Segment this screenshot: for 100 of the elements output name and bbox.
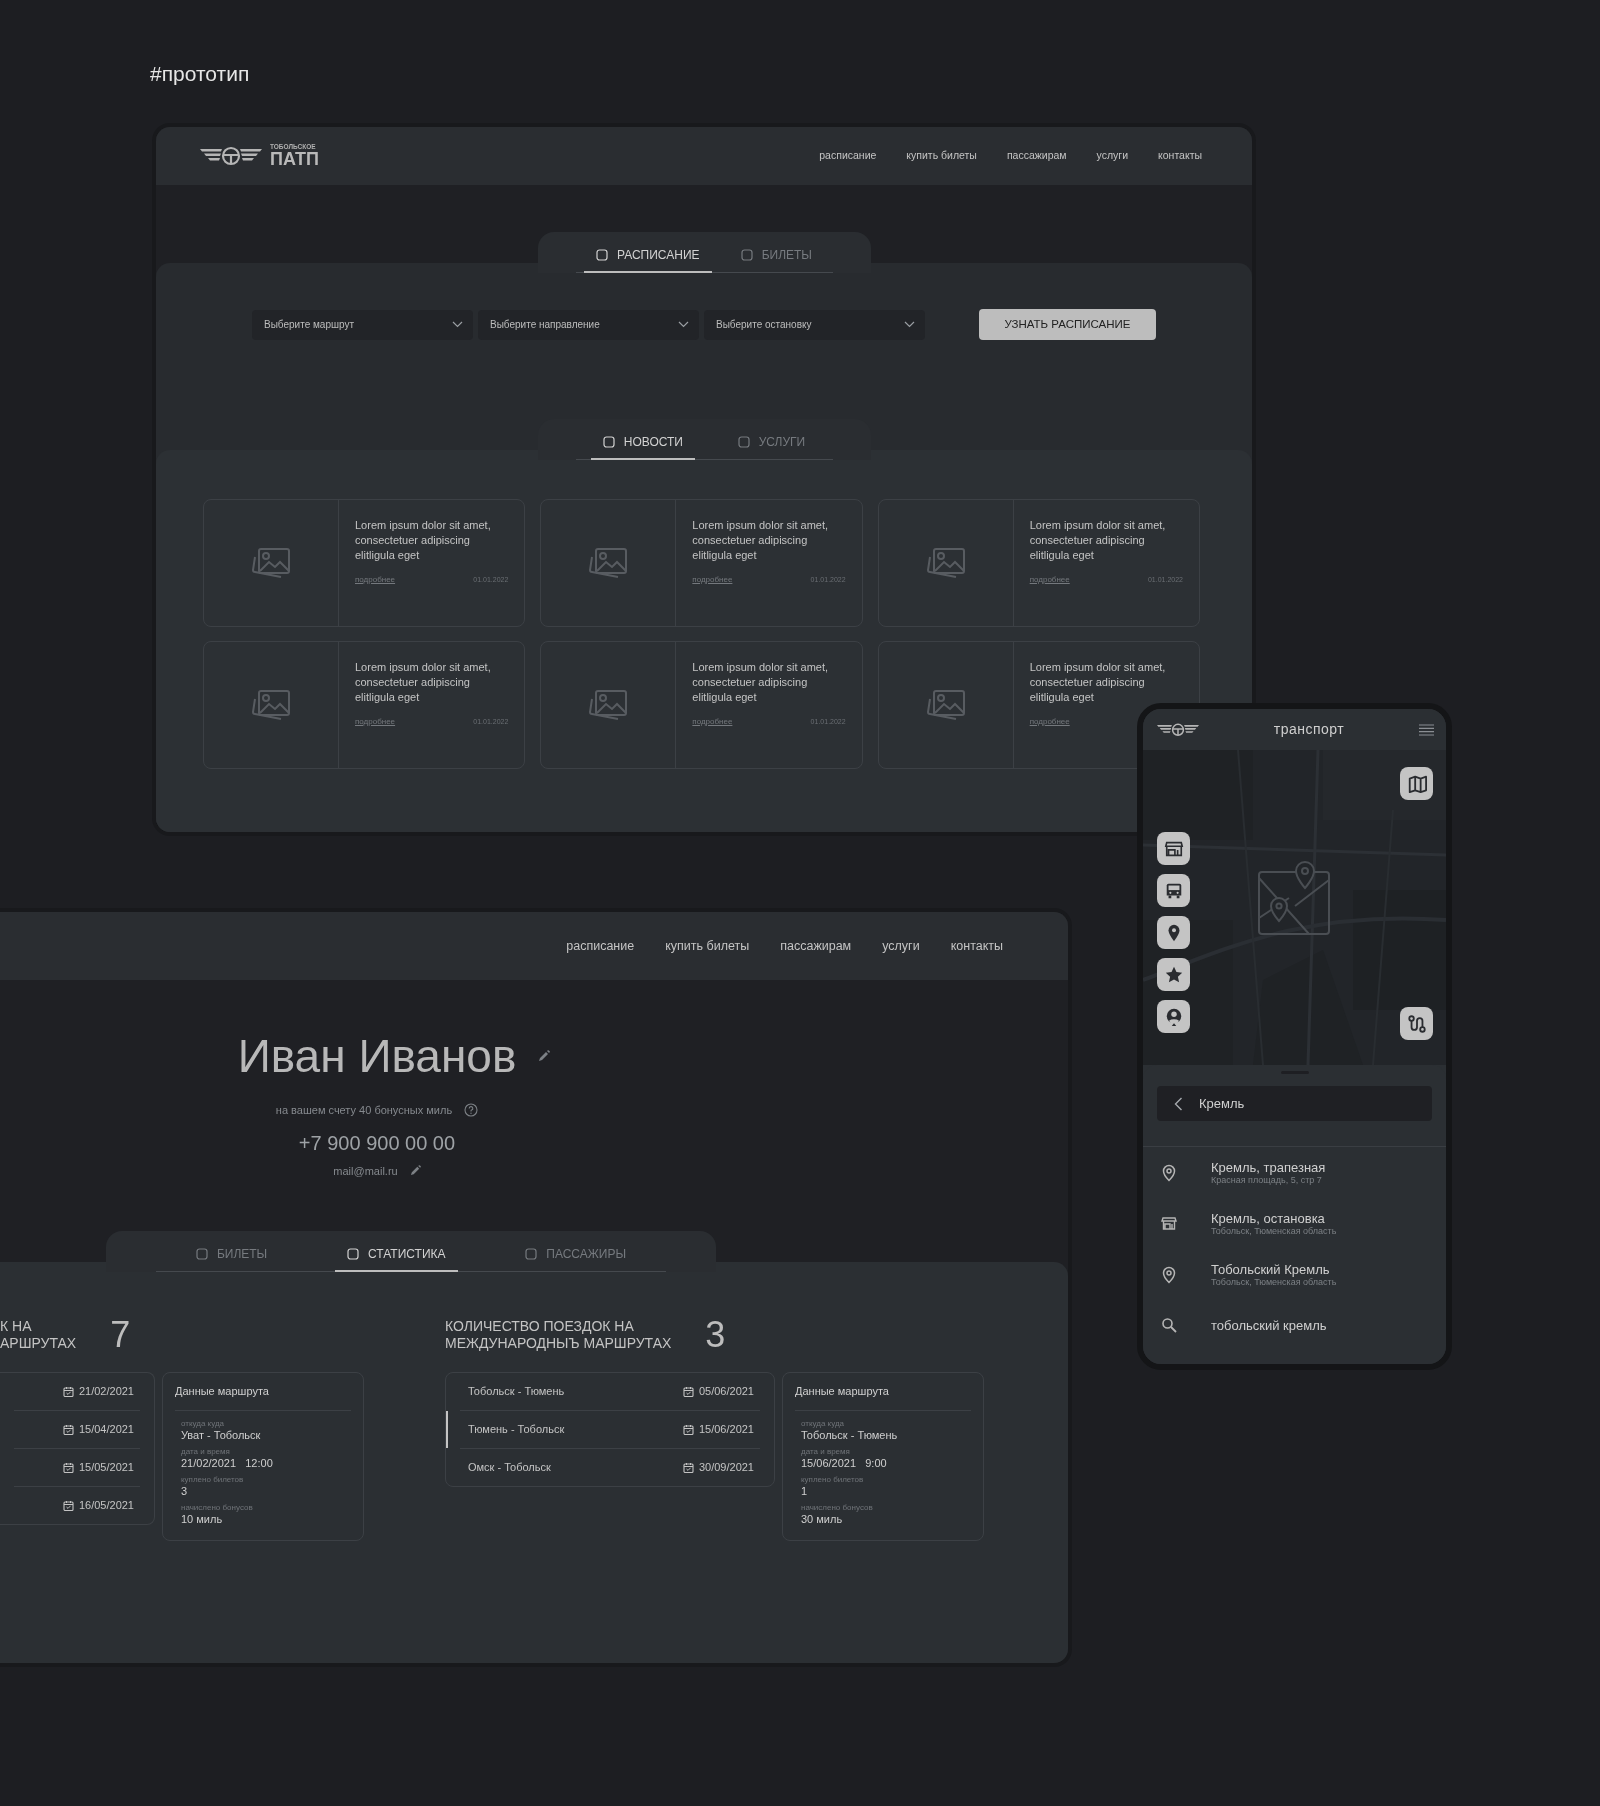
map-button[interactable] (1157, 916, 1190, 949)
calendar-icon (682, 1386, 694, 1397)
winged-wheel-logo (1157, 722, 1199, 737)
winged-wheel-logo (200, 146, 262, 166)
app-title: транспорт (1273, 720, 1345, 739)
field-value: 10 миль (181, 1512, 224, 1526)
news-text: Lorem ipsum dolor sit amet, consectetuer adipiscing elitligula eget (692, 660, 830, 705)
map-button[interactable] (1400, 767, 1433, 800)
nav-link[interactable]: расписание (566, 936, 635, 956)
trip-date: 30/09/2021 (698, 1460, 754, 1476)
news-text: Lorem ipsum dolor sit amet, consectetuer adipiscing elitligula eget (1029, 518, 1167, 563)
nav-link[interactable]: пассажирам (1006, 148, 1067, 164)
chevron-down-icon (452, 321, 463, 328)
square-icon (347, 1248, 360, 1260)
result-title[interactable]: тобольский кремль (1211, 1318, 1327, 1333)
trip-date: 15/06/2021 (698, 1422, 754, 1438)
edit-icon[interactable] (409, 1165, 421, 1177)
news-text: Lorem ipsum dolor sit amet, consectetuer adipiscing elitligula eget (355, 660, 492, 705)
nav-link[interactable]: пассажирам (780, 936, 852, 956)
phone-number: +7 900 900 00 00 (298, 1130, 456, 1155)
result-subtitle: Тобольск, Тюменская область (1211, 1225, 1337, 1237)
image-icon (250, 546, 292, 580)
trip-date: 15/04/2021 (78, 1422, 134, 1438)
field-value: 30 миль (801, 1512, 844, 1526)
bonus-text: на вашем счету 40 бонусных миль (275, 1103, 453, 1118)
trip-row[interactable]: Тобольск - Тюмень 05/06/2021 (446, 1373, 774, 1410)
route-name: Тюмень - Тобольск (468, 1422, 565, 1438)
nav-link[interactable]: контакты (950, 936, 1003, 956)
dropdown-placeholder: Выберите остановку (716, 318, 812, 332)
email-text: mail@mail.ru (333, 1163, 398, 1179)
square-icon (525, 1248, 538, 1260)
image-icon (924, 546, 967, 580)
nav-link[interactable]: услуги (1096, 148, 1129, 164)
calendar-icon (62, 1462, 74, 1473)
result-title[interactable]: Кремль, остановка (1211, 1210, 1337, 1226)
dropdown[interactable]: Выберите направление (478, 309, 699, 340)
dropdown[interactable]: Выберите маршрут (252, 309, 473, 340)
result-subtitle: Тобольск, Тюменская область (1211, 1276, 1337, 1288)
nav-link[interactable]: расписание (819, 148, 877, 164)
square-icon (737, 436, 750, 448)
dropdown-placeholder: Выберите маршрут (264, 318, 355, 332)
map-button[interactable] (1157, 1000, 1190, 1033)
field-label: откуда куда (181, 1418, 226, 1429)
image-icon (587, 688, 630, 722)
field-label: дата и время (801, 1446, 851, 1457)
trip-row[interactable]: Тюмень - Тобольск 15/06/2021 (446, 1411, 774, 1448)
field-label: начислено бонусов (801, 1502, 874, 1513)
trip-count: 3 (705, 1313, 726, 1357)
dropdown[interactable]: Выберите остановку (704, 309, 925, 340)
result-title[interactable]: Кремль, трапезная (1211, 1159, 1326, 1175)
edit-icon[interactable] (538, 1050, 551, 1062)
logo-text: ПАТП (270, 150, 319, 169)
trip-row[interactable]: 16/05/2021 (0, 1487, 154, 1524)
image-icon (587, 546, 630, 580)
map-button[interactable] (1157, 832, 1190, 865)
trip-date: 05/06/2021 (698, 1384, 754, 1400)
map-button[interactable] (1400, 1007, 1433, 1040)
nav-link[interactable]: контакты (1158, 148, 1202, 164)
schedule-button[interactable]: УЗНАТЬ РАСПИСАНИЕ (979, 309, 1156, 340)
chevron-down-icon (904, 321, 915, 328)
image-icon (250, 688, 292, 722)
trip-date: 15/05/2021 (78, 1460, 134, 1476)
nav-link[interactable]: купить билеты (665, 936, 750, 956)
field-label: начислено бонусов (181, 1502, 254, 1513)
details-title: Данные маршрута (175, 1383, 351, 1411)
calendar-icon (62, 1424, 74, 1435)
route-name: Омск - Тобольск (468, 1460, 551, 1476)
pin-outline-icon (1161, 1266, 1177, 1285)
map-button[interactable] (1157, 958, 1190, 991)
field-value: 15/06/2021 9:00 (801, 1456, 888, 1470)
trip-date: 21/02/2021 (78, 1384, 134, 1400)
calendar-icon (682, 1424, 694, 1435)
menu-icon[interactable] (1419, 723, 1434, 736)
trip-row[interactable]: 15/04/2021 (0, 1411, 154, 1448)
calendar-icon (62, 1386, 74, 1397)
stats-heading: К НА АРШРУТАХ (0, 1318, 77, 1352)
field-value: 3 (181, 1484, 189, 1498)
page-title: #прототип (150, 61, 250, 87)
help-icon[interactable] (464, 1103, 479, 1118)
field-value: 1 (801, 1484, 809, 1498)
route-name: Тобольск - Тюмень (468, 1384, 565, 1400)
pin-outline-icon (1161, 1164, 1177, 1183)
map-icon (1406, 773, 1427, 794)
field-label: откуда куда (801, 1418, 846, 1429)
search-field[interactable]: Кремль (1199, 1086, 1432, 1121)
image-icon (924, 688, 967, 722)
stats-heading: КОЛИЧЕСТВО ПОЕЗДОК НА МЕЖДУНАРОДНЫЪ МАРШРУТАХ (445, 1318, 672, 1352)
trip-row[interactable]: 21/02/2021 (0, 1373, 154, 1410)
field-label: дата и время (181, 1446, 231, 1457)
calendar-icon (62, 1500, 74, 1511)
trip-row[interactable]: Омск - Тобольск 30/09/2021 (446, 1449, 774, 1486)
map-button[interactable] (1157, 874, 1190, 907)
nav-link[interactable]: купить билеты (906, 148, 977, 164)
square-icon (740, 249, 753, 261)
trip-row[interactable]: 15/05/2021 (0, 1449, 154, 1486)
dropdown-placeholder: Выберите направление (490, 318, 600, 332)
result-subtitle: Красная площадь, 5, стр 7 (1211, 1174, 1322, 1186)
nav-link[interactable]: услуги (882, 936, 920, 956)
back-icon (1173, 1096, 1183, 1111)
result-title[interactable]: Тобольский Кремль (1211, 1261, 1337, 1277)
